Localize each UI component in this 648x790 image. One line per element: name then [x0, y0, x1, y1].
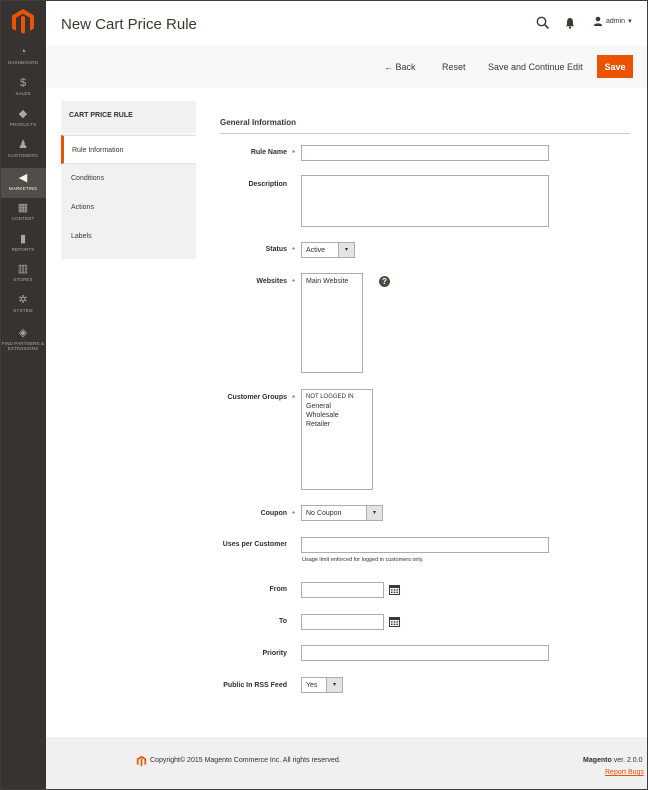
status-value: Active: [306, 247, 326, 254]
uses-per-customer-input[interactable]: [301, 537, 549, 553]
customer-group-option[interactable]: Wholesale: [306, 411, 368, 420]
sidebar-item-label: SYSTEM: [13, 308, 33, 313]
dropdown-arrow-icon: ▾: [338, 243, 354, 257]
sidebar-item-label: CONTENT: [11, 216, 35, 221]
section-title: General Information: [220, 118, 297, 127]
dropdown-arrow-icon: ▾: [366, 506, 382, 520]
rule-name-input[interactable]: [301, 145, 549, 161]
bell-icon[interactable]: [564, 17, 576, 29]
sidebar-item-label: FIND PARTNERS & EXTENSIONS: [1, 341, 45, 351]
help-icon[interactable]: ?: [379, 276, 390, 287]
user-icon: [593, 16, 603, 26]
sidebar-item-content[interactable]: ▦ CONTENT: [0, 198, 46, 228]
magento-logo: [136, 755, 147, 767]
sidebar-item-reports[interactable]: ▮ REPORTS: [0, 229, 46, 259]
customer-group-option[interactable]: NOT LOGGED IN: [306, 393, 368, 402]
sidebar-item-dashboard[interactable]: ◔ DASHBOARD: [0, 42, 46, 72]
public-rss-label: Public In RSS Feed: [223, 682, 287, 689]
sidebar-item-label: CUSTOMERS: [7, 153, 39, 158]
save-button[interactable]: Save: [597, 55, 633, 78]
public-rss-select[interactable]: Yes ▾: [301, 677, 343, 693]
section-divider: [220, 133, 630, 134]
dropdown-arrow-icon: ▾: [326, 678, 342, 692]
websites-multiselect[interactable]: Main Website: [301, 273, 363, 373]
bar-chart-icon: ▮: [19, 233, 27, 245]
cube-icon: ◆: [18, 108, 28, 120]
website-option[interactable]: Main Website: [306, 277, 358, 286]
sidebar-item-label: SALES: [15, 91, 31, 96]
tab-conditions[interactable]: Conditions: [61, 164, 196, 193]
sidebar-item-label: STORES: [13, 277, 33, 282]
sidebar-item-sales[interactable]: $ SALES: [0, 73, 46, 103]
dashboard-icon: ◔: [19, 46, 27, 58]
required-asterisk: *: [292, 510, 296, 519]
status-label: Status: [265, 246, 287, 253]
sidebar-item-label: REPORTS: [11, 247, 35, 252]
sidebar-item-find-partners-extensions[interactable]: ◈ FIND PARTNERS & EXTENSIONS: [0, 323, 46, 357]
sidebar-item-system[interactable]: ✲ SYSTEM: [0, 290, 46, 320]
sidebar-item-customers[interactable]: ♟ CUSTOMERS: [0, 135, 46, 165]
store-icon: ▥: [17, 263, 29, 275]
gear-icon: ✲: [18, 294, 28, 306]
sidebar-item-stores[interactable]: ▥ STORES: [0, 259, 46, 289]
customer-groups-label: Customer Groups: [227, 394, 287, 401]
dollar-icon: $: [19, 77, 27, 89]
required-asterisk: *: [292, 394, 296, 403]
websites-label: Websites: [256, 278, 287, 285]
tab-labels[interactable]: Labels: [61, 222, 196, 251]
chevron-down-icon: ▾: [628, 18, 632, 25]
layout-icon: ▦: [17, 202, 29, 214]
customer-group-option[interactable]: General: [306, 402, 368, 411]
to-label: To: [278, 618, 287, 625]
tab-rule-information[interactable]: Rule Information: [61, 135, 196, 164]
priority-label: Priority: [262, 650, 287, 657]
person-icon: ♟: [18, 139, 28, 151]
rule-name-label: Rule Name: [250, 149, 287, 156]
coupon-value: No Coupon: [306, 510, 342, 517]
back-button[interactable]: ← Back: [384, 62, 416, 72]
from-label: From: [269, 586, 288, 593]
sidebar-item-marketing[interactable]: ◀ MARKETING: [0, 168, 46, 198]
version-text: Magento ver. 2.0.0: [583, 757, 643, 764]
uses-per-customer-label: Uses per Customer: [222, 541, 287, 548]
reset-button[interactable]: Reset: [442, 62, 466, 72]
copyright-text: Copyright© 2015 Magento Commerce Inc. Al…: [150, 757, 341, 764]
tabs-heading: CART PRICE RULE: [61, 101, 196, 133]
required-asterisk: *: [292, 149, 296, 158]
report-bugs-link[interactable]: Report Bugs: [605, 769, 644, 776]
priority-input[interactable]: [301, 645, 549, 661]
search-icon[interactable]: [536, 16, 550, 30]
required-asterisk: *: [292, 246, 296, 255]
uses-per-customer-note: Usage limit enforced for logged in custo…: [302, 557, 424, 563]
user-menu[interactable]: admin ▾: [593, 16, 632, 26]
brand-name: Magento: [583, 757, 612, 764]
required-asterisk: *: [292, 278, 296, 287]
save-and-continue-button[interactable]: Save and Continue Edit: [488, 62, 583, 72]
sidebar-item-label: DASHBOARD: [8, 60, 38, 65]
coupon-select[interactable]: No Coupon ▾: [301, 505, 383, 521]
status-select[interactable]: Active ▾: [301, 242, 355, 258]
sidebar-item-products[interactable]: ◆ PRODUCTS: [0, 104, 46, 134]
megaphone-icon: ◀: [18, 172, 28, 184]
calendar-icon[interactable]: [389, 616, 400, 627]
user-name: admin: [606, 17, 626, 25]
box-icon: ◈: [18, 327, 28, 339]
page-title: New Cart Price Rule: [61, 16, 197, 33]
from-date-input[interactable]: [301, 582, 384, 598]
tab-actions[interactable]: Actions: [61, 193, 196, 222]
version-number: ver. 2.0.0: [611, 757, 643, 764]
sidebar-item-label: MARKETING: [8, 186, 38, 191]
description-label: Description: [248, 181, 287, 188]
calendar-icon[interactable]: [389, 584, 400, 595]
customer-groups-multiselect[interactable]: NOT LOGGED IN General Wholesale Retailer: [301, 389, 373, 490]
customer-group-option[interactable]: Retailer: [306, 420, 368, 429]
magento-logo[interactable]: [10, 8, 36, 34]
description-textarea[interactable]: [301, 175, 549, 227]
public-rss-value: Yes: [306, 682, 318, 689]
coupon-label: Coupon: [260, 510, 287, 517]
sidebar-item-label: PRODUCTS: [9, 122, 37, 127]
to-date-input[interactable]: [301, 614, 384, 630]
admin-sidebar: ◔ DASHBOARD $ SALES ◆ PRODUCTS ♟ CUSTOMERS ◀ MARK…: [0, 0, 46, 790]
